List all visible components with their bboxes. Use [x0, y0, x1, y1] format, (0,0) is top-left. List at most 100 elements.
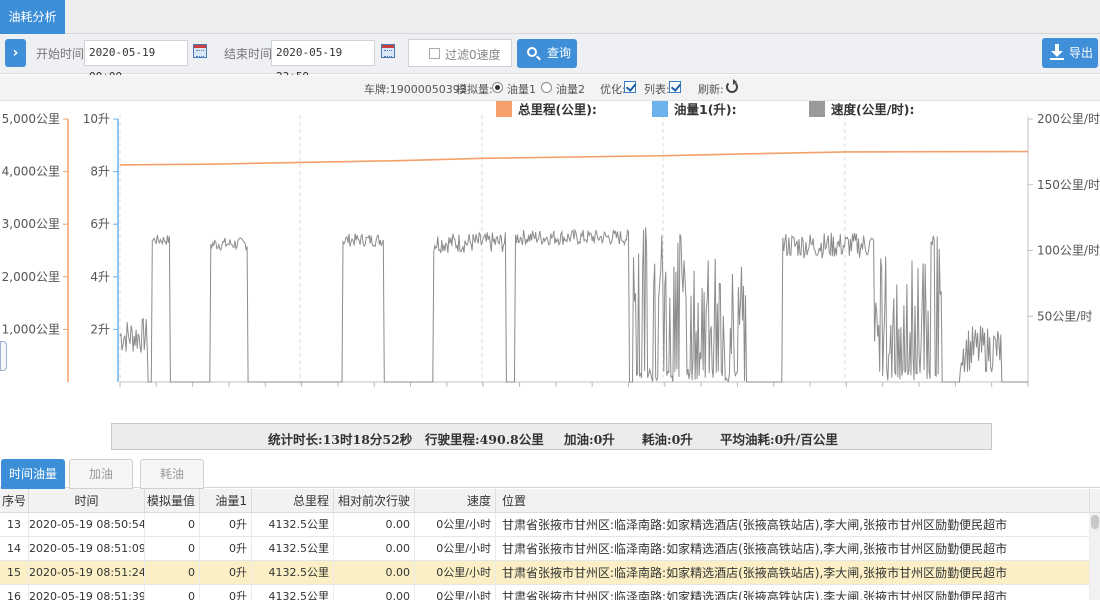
legend-swatch: [496, 101, 512, 117]
refresh-icon[interactable]: [726, 79, 738, 93]
optimize-checkbox[interactable]: [624, 81, 636, 93]
analog-label: 模拟量:: [456, 83, 493, 96]
cell-analog: 0: [145, 585, 200, 600]
filter-zero-speed-checkbox[interactable]: [429, 48, 440, 59]
table-row[interactable]: 15 2020-05-19 08:51:24 0 0升 4132.5公里 0.00 0公里/…: [0, 561, 1090, 585]
speed-tick-label: 100公里/时: [1037, 244, 1100, 258]
fuel-tick-label: 2升: [90, 322, 110, 336]
export-button[interactable]: 导出: [1042, 38, 1098, 68]
cell-oil1: 0升: [200, 561, 252, 585]
list-checkbox[interactable]: [669, 81, 681, 93]
cell-time: 2020-05-19 08:51:24: [29, 561, 145, 585]
cell-analog: 0: [145, 513, 200, 537]
cell-oil1: 0升: [200, 513, 252, 537]
end-time-input[interactable]: 2020-05-19 23:59: [271, 40, 375, 83]
start-time-input[interactable]: 2020-05-19 00:00: [84, 40, 188, 83]
cell-index: 14: [0, 537, 29, 561]
summary-bar: 统计时长:13时18分52秒 行驶里程:490.8公里 加油:0升 耗油:0升 …: [111, 423, 992, 450]
col-analog[interactable]: 模拟量值: [145, 489, 200, 513]
cell-mileage: 4132.5公里: [252, 513, 334, 537]
query-button-label: 查询: [547, 46, 572, 60]
cell-index: 13: [0, 513, 29, 537]
export-button-label: 导出: [1069, 46, 1094, 60]
summary-consume: 耗油:0升: [642, 432, 693, 447]
cell-location: 甘肃省张掖市甘州区:临泽南路:如家精选酒店(张掖高铁站店),李大闸,张掖市甘州区…: [496, 561, 1090, 585]
start-time-label: 开始时间: [36, 47, 85, 61]
cell-index: 16: [0, 585, 29, 600]
cell-location: 甘肃省张掖市甘州区:临泽南路:如家精选酒店(张掖高铁站店),李大闸,张掖市甘州区…: [496, 585, 1090, 600]
tab-refuel[interactable]: 加油: [69, 459, 133, 489]
speed-tick-label: 150公里/时: [1037, 178, 1100, 192]
legend-swatch: [652, 101, 668, 117]
mileage-tick-label: 5,000公里: [2, 112, 60, 126]
top-tab-strip: 油耗分析: [0, 0, 1100, 34]
tab-fuel-analysis[interactable]: 油耗分析: [0, 0, 65, 34]
cell-index: 15: [0, 561, 29, 585]
tab-consume[interactable]: 耗油: [140, 459, 204, 489]
legend-label: 油量1(升):: [674, 102, 737, 117]
mileage-tick-label: 3,000公里: [2, 217, 60, 231]
oil1-label: 油量1: [507, 83, 536, 96]
calendar-icon[interactable]: [381, 44, 395, 58]
mileage-line: [119, 150, 1029, 166]
col-mileage[interactable]: 总里程: [252, 489, 334, 513]
oil2-radio[interactable]: [541, 82, 552, 93]
summary-average: 平均油耗:0升/百公里: [720, 432, 838, 447]
legend-label: 总里程(公里):: [518, 102, 597, 117]
cell-speed: 0公里/小时: [415, 585, 496, 600]
table-row[interactable]: 16 2020-05-19 08:51:39 0 0升 4132.5公里 0.00 0公里/…: [0, 585, 1090, 600]
calendar-icon[interactable]: [193, 44, 207, 58]
table-row[interactable]: 14 2020-05-19 08:51:09 0 0升 4132.5公里 0.00 0公里/…: [0, 537, 1090, 561]
mileage-tick-label: 4,000公里: [2, 165, 60, 179]
summary-duration: 统计时长:13时18分52秒: [268, 432, 413, 447]
speed-tick-label: 50公里/时: [1037, 309, 1092, 323]
summary-refuel: 加油:0升: [564, 432, 615, 447]
cell-speed: 0公里/小时: [415, 513, 496, 537]
cell-relative: 0.00: [334, 585, 415, 600]
cell-time: 2020-05-19 08:50:54: [29, 513, 145, 537]
col-time[interactable]: 时间: [29, 489, 145, 513]
cell-time: 2020-05-19 08:51:39: [29, 585, 145, 600]
mileage-tick-label: 1,000公里: [2, 322, 60, 336]
cell-relative: 0.00: [334, 561, 415, 585]
oil2-label: 油量2: [556, 83, 585, 96]
cell-mileage: 4132.5公里: [252, 561, 334, 585]
cell-speed: 0公里/小时: [415, 561, 496, 585]
cell-time: 2020-05-19 08:51:09: [29, 537, 145, 561]
expand-sidebar-button[interactable]: ›: [5, 39, 26, 67]
detail-tabs: 时间油量 加油 耗油: [0, 457, 1100, 489]
search-icon: [527, 47, 537, 57]
col-index[interactable]: 序号: [0, 489, 29, 513]
fuel-tick-label: 4升: [90, 270, 110, 284]
table-header: 序号 时间 模拟量值 油量1 总里程 相对前次行驶 速度 位置: [0, 489, 1100, 513]
filter-zero-speed[interactable]: 过滤0速度: [408, 39, 512, 67]
scrollbar-thumb[interactable]: [1091, 515, 1099, 529]
col-location[interactable]: 位置: [496, 489, 1090, 513]
table-row[interactable]: 13 2020-05-19 08:50:54 0 0升 4132.5公里 0.00 0公里/…: [0, 513, 1090, 537]
summary-distance: 行驶里程:490.8公里: [425, 432, 544, 447]
cell-oil1: 0升: [200, 537, 252, 561]
query-button[interactable]: 查询: [517, 39, 577, 68]
legend-swatch: [809, 101, 825, 117]
cell-mileage: 4132.5公里: [252, 585, 334, 600]
speed-tick-label: 200公里/时: [1037, 112, 1100, 126]
optimize-label: 优化:: [600, 83, 626, 96]
legend-label: 速度(公里/时):: [831, 102, 915, 117]
fuel-tick-label: 6升: [90, 217, 110, 231]
fuel-chart: 5,000公里 4,000公里 3,000公里 2,000公里 1,000公里 10升 8升…: [0, 101, 1100, 415]
cell-analog: 0: [145, 561, 200, 585]
tab-time-fuel[interactable]: 时间油量: [1, 459, 65, 489]
side-collapse-handle[interactable]: [0, 341, 7, 371]
col-relative[interactable]: 相对前次行驶: [334, 489, 415, 513]
speed-line: [119, 227, 1028, 383]
filter-zero-speed-label: 过滤0速度: [445, 48, 501, 62]
col-oil1[interactable]: 油量1: [200, 489, 252, 513]
mileage-tick-label: 2,000公里: [2, 270, 60, 284]
cell-oil1: 0升: [200, 585, 252, 600]
table-scrollbar[interactable]: [1090, 513, 1100, 600]
query-toolbar: › 开始时间 2020-05-19 00:00 结束时间 2020-05-19 …: [0, 34, 1100, 83]
col-speed[interactable]: 速度: [415, 489, 496, 513]
list-label: 列表:: [644, 83, 670, 96]
oil1-radio[interactable]: [492, 82, 503, 93]
cell-location: 甘肃省张掖市甘州区:临泽南路:如家精选酒店(张掖高铁站店),李大闸,张掖市甘州区…: [496, 513, 1090, 537]
